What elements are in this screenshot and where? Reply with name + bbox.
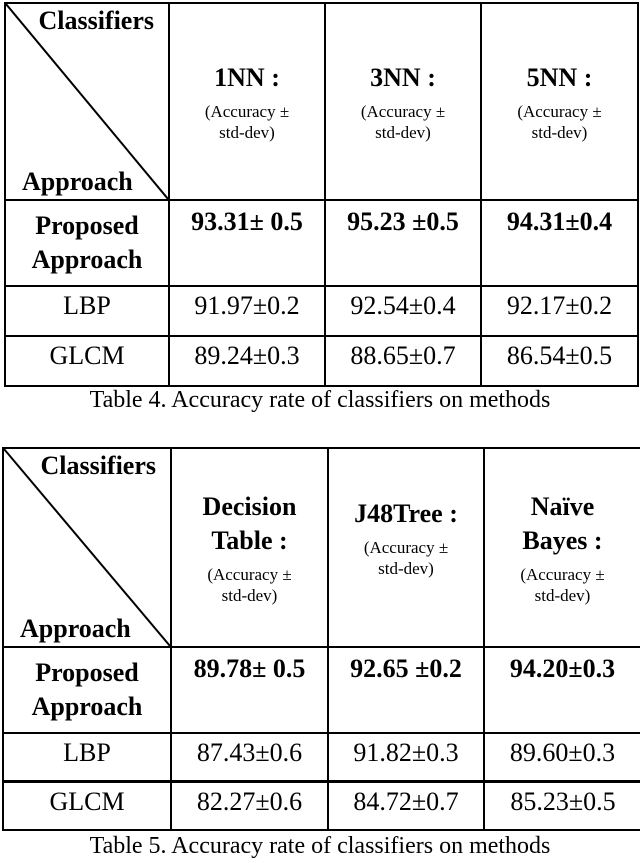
value-cell: 85.23±0.5 bbox=[483, 779, 640, 831]
approach-label: Approach bbox=[22, 167, 133, 196]
row-label: Proposed Approach bbox=[4, 199, 170, 287]
value-cell: 89.24±0.3 bbox=[168, 335, 326, 387]
table-5-caption: Table 5. Accuracy rate of classifiers on… bbox=[89, 833, 551, 859]
classifier-header-j48tree: J48Tree : (Accuracy ± std-dev) bbox=[327, 447, 485, 648]
value-cell: 87.43±0.6 bbox=[170, 732, 329, 782]
row-label: LBP bbox=[2, 732, 172, 782]
value-cell: 89.78± 0.5 bbox=[170, 646, 329, 734]
value-cell: 92.65 ±0.2 bbox=[327, 646, 485, 734]
value-cell: 84.72±0.7 bbox=[327, 779, 485, 831]
classifier-header-decision-table: Decision Table : (Accuracy ± std-dev) bbox=[170, 447, 329, 648]
value-cell: 93.31± 0.5 bbox=[168, 199, 326, 287]
value-cell: 91.82±0.3 bbox=[327, 732, 485, 782]
accuracy-table-4: Classifiers Approach 1NN : (Accuracy ± s… bbox=[4, 2, 639, 387]
corner-header-cell: Classifiers Approach bbox=[4, 2, 170, 201]
value-cell: 94.20±0.3 bbox=[483, 646, 640, 734]
value-cell: 92.17±0.2 bbox=[480, 285, 639, 337]
table-row: Proposed Approach 93.31± 0.5 95.23 ±0.5 … bbox=[4, 199, 639, 287]
value-cell: 86.54±0.5 bbox=[480, 335, 639, 387]
value-cell: 82.27±0.6 bbox=[170, 779, 329, 831]
row-label: GLCM bbox=[4, 335, 170, 387]
classifier-header-naive-bayes: Naïve Bayes : (Accuracy ± std-dev) bbox=[483, 447, 640, 648]
corner-header-cell: Classifiers Approach bbox=[2, 447, 172, 648]
header-row: Classifiers Approach Decision Table : (A… bbox=[2, 447, 640, 648]
row-label: Proposed Approach bbox=[2, 646, 172, 734]
value-cell: 95.23 ±0.5 bbox=[324, 199, 482, 287]
value-cell: 92.54±0.4 bbox=[324, 285, 482, 337]
value-cell: 94.31±0.4 bbox=[480, 199, 639, 287]
classifiers-label: Classifiers bbox=[40, 451, 156, 480]
table-row: Proposed Approach 89.78± 0.5 92.65 ±0.2 … bbox=[2, 646, 640, 734]
value-cell: 89.60±0.3 bbox=[483, 732, 640, 782]
row-label: GLCM bbox=[2, 779, 172, 831]
value-cell: 91.97±0.2 bbox=[168, 285, 326, 337]
approach-label: Approach bbox=[20, 614, 131, 643]
classifiers-label: Classifiers bbox=[38, 6, 154, 35]
header-row: Classifiers Approach 1NN : (Accuracy ± s… bbox=[4, 2, 639, 201]
value-cell: 88.65±0.7 bbox=[324, 335, 482, 387]
accuracy-table-5: Classifiers Approach Decision Table : (A… bbox=[2, 447, 640, 831]
classifier-header-3nn: 3NN : (Accuracy ± std-dev) bbox=[324, 2, 482, 201]
classifier-header-5nn: 5NN : (Accuracy ± std-dev) bbox=[480, 2, 639, 201]
table-row: GLCM 82.27±0.6 84.72±0.7 85.23±0.5 bbox=[2, 779, 640, 831]
table-row: LBP 91.97±0.2 92.54±0.4 92.17±0.2 bbox=[4, 285, 639, 337]
classifier-header-1nn: 1NN : (Accuracy ± std-dev) bbox=[168, 2, 326, 201]
table-row: GLCM 89.24±0.3 88.65±0.7 86.54±0.5 bbox=[4, 335, 639, 387]
row-label: LBP bbox=[4, 285, 170, 337]
table-4-caption: Table 4. Accuracy rate of classifiers on… bbox=[89, 387, 551, 413]
table-row: LBP 87.43±0.6 91.82±0.3 89.60±0.3 bbox=[2, 732, 640, 782]
